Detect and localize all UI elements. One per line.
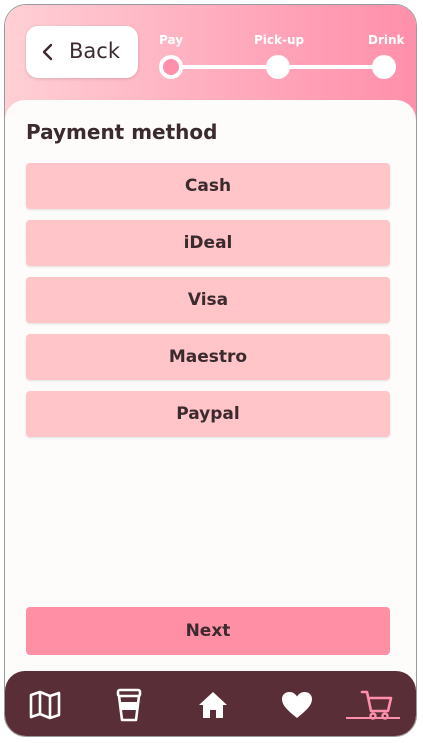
nav-map[interactable] <box>23 683 67 727</box>
bottom-nav <box>5 671 416 736</box>
cup-icon <box>116 688 142 722</box>
map-icon <box>29 690 61 720</box>
nav-cart[interactable] <box>355 683 399 727</box>
page-title: Payment method <box>26 120 218 144</box>
payment-option-ideal[interactable]: iDeal <box>26 220 390 266</box>
step-dot-pay <box>159 55 183 79</box>
nav-favorites[interactable] <box>275 683 319 727</box>
back-label: Back <box>69 39 120 63</box>
step-label-drink: Drink <box>368 33 405 47</box>
back-button[interactable]: Back <box>26 26 138 78</box>
next-button[interactable]: Next <box>26 607 390 655</box>
payment-option-cash[interactable]: Cash <box>26 163 390 209</box>
home-icon <box>199 692 227 718</box>
payment-option-maestro[interactable]: Maestro <box>26 334 390 380</box>
step-dot-drink <box>372 55 396 79</box>
nav-active-indicator <box>346 717 400 719</box>
step-dot-pickup <box>266 55 290 79</box>
chevron-left-icon <box>42 43 53 61</box>
content-panel: Payment method Cash iDeal Visa Maestro P… <box>5 100 416 660</box>
payment-option-paypal[interactable]: Paypal <box>26 391 390 437</box>
phone-frame: Back Pay Pick-up Drink Payment method Ca… <box>4 4 417 737</box>
nav-home[interactable] <box>191 683 235 727</box>
step-label-pickup: Pick-up <box>254 33 305 47</box>
nav-drinks[interactable] <box>107 683 151 727</box>
payment-option-visa[interactable]: Visa <box>26 277 390 323</box>
heart-icon <box>282 692 312 718</box>
step-label-pay: Pay <box>159 33 184 47</box>
